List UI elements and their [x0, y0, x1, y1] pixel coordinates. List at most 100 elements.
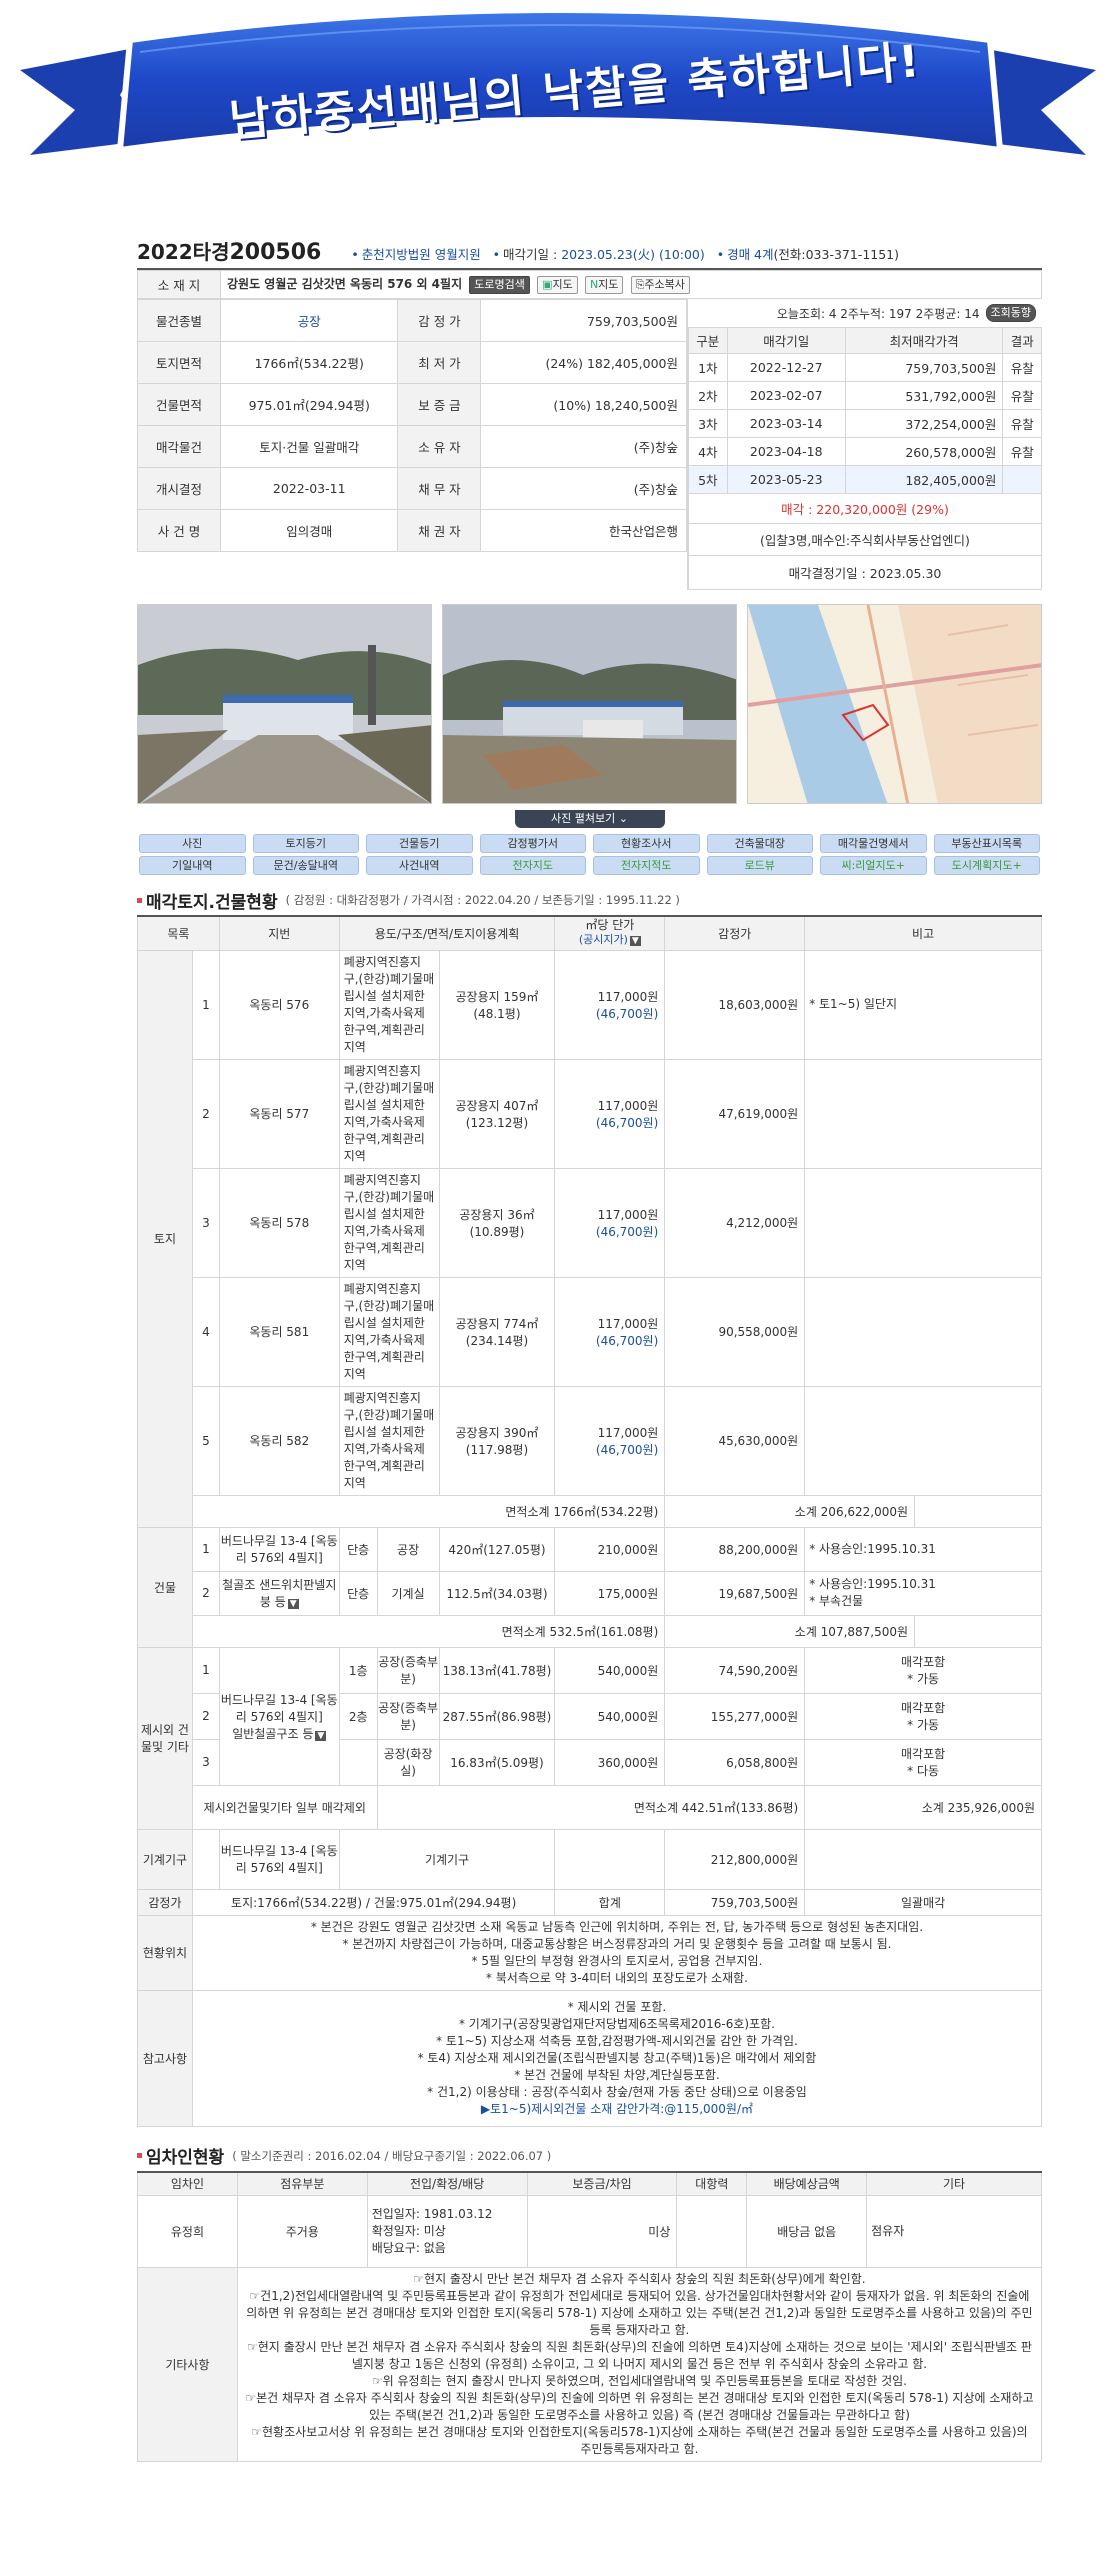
remark: 매각포함 * 가동	[804, 1646, 1042, 1694]
info-value: 한국산업은행	[480, 509, 687, 552]
round-date: 2023-03-14	[726, 409, 846, 438]
machinery-row: 기계기구 버드나무길 13-4 [옥동리 576외 4필지] 기계기구 212,800…	[137, 1828, 1042, 1890]
bidder-info: (입찰3명,매수인:주식회사부동산업엔디)	[688, 523, 1042, 556]
unit-price: 117,000원 (46,700원)	[554, 1385, 666, 1496]
unit-price: 210,000원	[554, 1526, 666, 1572]
round-row: 4차 2023-04-18 260,578,000원 유찰	[688, 437, 1042, 466]
lot-no: 옥동리 578	[218, 1167, 340, 1278]
use: 공장(증축부분)	[376, 1646, 440, 1694]
extra-row: 제시외 건물및 기타 1 버드나무길 13-4 [옥동리 576외 4필지] 일반철골…	[137, 1646, 1042, 1830]
case-info: • 춘천지방법원 영월지원 • 매각기일 : 2023.05.23(火) (10:0…	[351, 247, 900, 262]
lot-no: 옥동리 582	[218, 1385, 340, 1496]
view-trend-button[interactable]: 조회동향	[985, 304, 1036, 322]
map-button[interactable]: ▣지도	[537, 276, 578, 294]
row-no: 3	[191, 1738, 220, 1786]
tab-item[interactable]: 도시계획지도+	[933, 856, 1040, 875]
appraisal-amount: 18,603,000원	[664, 949, 806, 1060]
copy-address-button[interactable]: ⎘주소복사	[630, 276, 690, 294]
court-name[interactable]: 춘천지방법원 영월지원	[362, 247, 481, 262]
building-subtotal: 면적소계 532.5㎡(161.08평) 소계 107,887,500원	[138, 1614, 1042, 1648]
tab-item[interactable]: 사건내역	[366, 856, 473, 875]
toggle-icon[interactable]: ▼	[629, 936, 641, 947]
tab-item[interactable]: 감정평가서	[479, 834, 586, 853]
tab-item[interactable]: 사진	[139, 834, 246, 853]
tab-item[interactable]: 전자지도	[479, 856, 586, 875]
info-key: 사 건 명	[137, 509, 221, 552]
row-no: 3	[191, 1167, 220, 1278]
unit-price: 540,000원	[554, 1646, 666, 1694]
info-key: 보 증 금	[397, 383, 482, 426]
use: 기계실	[376, 1570, 440, 1616]
zoning: 폐광지역진흥지구,(한강)폐기물매립시설 설치제한지역,가축사육제한구역,계획관…	[338, 1058, 440, 1169]
property-photo-1[interactable]	[137, 604, 432, 804]
area: 138.13㎡(41.78평)	[438, 1646, 556, 1694]
unit-price: 117,000원 (46,700원)	[554, 1167, 666, 1278]
info-value: (10%) 18,240,500원	[480, 383, 687, 426]
address-value: 강원도 영월군 김삿갓면 옥동리 576 외 4필지 도로명검색 ▣지도 N지도…	[220, 270, 1042, 299]
lot-no: 옥동리 576	[218, 949, 340, 1060]
info-table: 물건종별 공장 감 정 가 759,703,500원 토지면적 1766㎡(534.22평…	[137, 299, 687, 552]
info-row: 개시결정 2022-03-11 채 무 자 (주)창숲	[137, 467, 687, 510]
remark	[804, 1276, 1042, 1387]
photo-strip	[137, 604, 1042, 804]
area: 112.5㎡(34.03평)	[438, 1570, 556, 1616]
round-no: 3차	[688, 409, 728, 438]
appraisal-section-title: 매각토지.건물현황( 감정원 : 대화감정평가 / 가격시점 : 2022.04…	[137, 889, 1042, 913]
reference-link[interactable]: ▶토1~5)제시외건물 소재 감안가격:@115,000원/㎡	[199, 2101, 1035, 2118]
map2-button[interactable]: N지도	[584, 276, 624, 294]
use: 공장(증축부분)	[376, 1692, 440, 1740]
remark	[804, 1385, 1042, 1496]
tab-item[interactable]: 기일내역	[139, 856, 246, 875]
area: 16.83㎡(5.09평)	[438, 1738, 556, 1786]
extra-label: 제시외 건물및 기타	[137, 1646, 193, 1830]
remark: * 사용승인:1995.10.31	[804, 1526, 1042, 1572]
tab-item[interactable]: 전자지적도	[593, 856, 700, 875]
round-no: 2차	[688, 381, 728, 410]
floor: 2층	[338, 1692, 378, 1740]
property-map[interactable]	[747, 604, 1042, 804]
expand-icon[interactable]: ▼	[287, 1599, 299, 1609]
location-notes: * 본건은 강원도 영월군 김삿갓면 소재 옥동교 남동측 인근에 위치하며, …	[191, 1914, 1043, 1991]
tenant-notes: ☞현지 출장시 만난 본건 채무자 겸 소유자 주식회사 창숲의 직원 최돈화(…	[236, 2267, 1043, 2462]
auction-detail: 2022타경200506 • 춘천지방법원 영월지원 • 매각기일 : 2023.0…	[137, 240, 1043, 2462]
machinery-lot: 버드나무길 13-4 [옥동리 576외 4필지]	[218, 1828, 340, 1890]
area: 420㎡(127.05평)	[438, 1526, 556, 1572]
rounds-panel: 오늘조회: 4 2주누적: 197 2주평균: 14 조회동향 구분 매각기일 최저매…	[687, 299, 1042, 590]
case-header: 2022타경200506 • 춘천지방법원 영월지원 • 매각기일 : 2023.0…	[137, 240, 1042, 270]
round-row: 5차 2023-05-23 182,405,000원	[688, 465, 1042, 494]
tab-item[interactable]: 부동산표시목록	[933, 834, 1040, 853]
round-result: 유찰	[1002, 437, 1042, 466]
extra-subtotal: 제시외건물및기타 일부 매각제외 면적소계 442.51㎡(133.86평) 소계 …	[138, 1784, 1042, 1830]
tab-item[interactable]: 현황조사서	[593, 834, 700, 853]
tab-item[interactable]: 로드뷰	[706, 856, 813, 875]
tab-item[interactable]: 건축물대장	[706, 834, 813, 853]
appraisal-amount: 90,558,000원	[664, 1276, 806, 1387]
lot-no: 옥동리 577	[218, 1058, 340, 1169]
row-no: 2	[191, 1570, 220, 1616]
unit-price: 117,000원 (46,700원)	[554, 1058, 666, 1169]
expand-icon[interactable]: ▼	[315, 1730, 327, 1741]
info-value: 1766㎡(534.22평)	[219, 341, 399, 384]
photo-toggle-button[interactable]: 사진 펼쳐보기 ⌄	[514, 810, 665, 828]
remark	[804, 1167, 1042, 1278]
round-row: 3차 2023-03-14 372,254,000원 유찰	[688, 409, 1042, 438]
round-date: 2023-02-07	[726, 381, 846, 410]
info-row: 사 건 명 임의경매 채 권 자 한국산업은행	[137, 509, 687, 552]
unit-price: 117,000원 (46,700원)	[554, 949, 666, 1060]
round-no: 5차	[688, 465, 728, 494]
land-row: 5 옥동리 582 폐광지역진흥지구,(한강)폐기물매립시설 설치제한지역,가축사육…	[138, 1385, 1042, 1496]
land-area: 공장용지 407㎡ (123.12평)	[438, 1058, 556, 1169]
tab-item[interactable]: 토지등기	[252, 834, 359, 853]
tab-item[interactable]: 건물등기	[366, 834, 473, 853]
property-photo-2[interactable]	[442, 604, 737, 804]
tab-item[interactable]: 매각물건명세서	[820, 834, 927, 853]
tab-item[interactable]: 문건/송달내역	[252, 856, 359, 875]
remark: 매각포함 * 가동	[804, 1692, 1042, 1740]
tab-item[interactable]: 씨:리얼지도+	[820, 856, 927, 875]
document-tabs: 사진 토지등기 건물등기 감정평가서 현황조사서 건축물대장 매각물건명세서 부동산표시목록기…	[137, 834, 1042, 875]
road-search-button[interactable]: 도로명검색	[469, 276, 530, 294]
remark	[804, 1058, 1042, 1169]
floor: 1층	[338, 1646, 378, 1694]
row-no: 1	[191, 1526, 220, 1572]
machinery-amount: 212,800,000원	[664, 1828, 806, 1890]
